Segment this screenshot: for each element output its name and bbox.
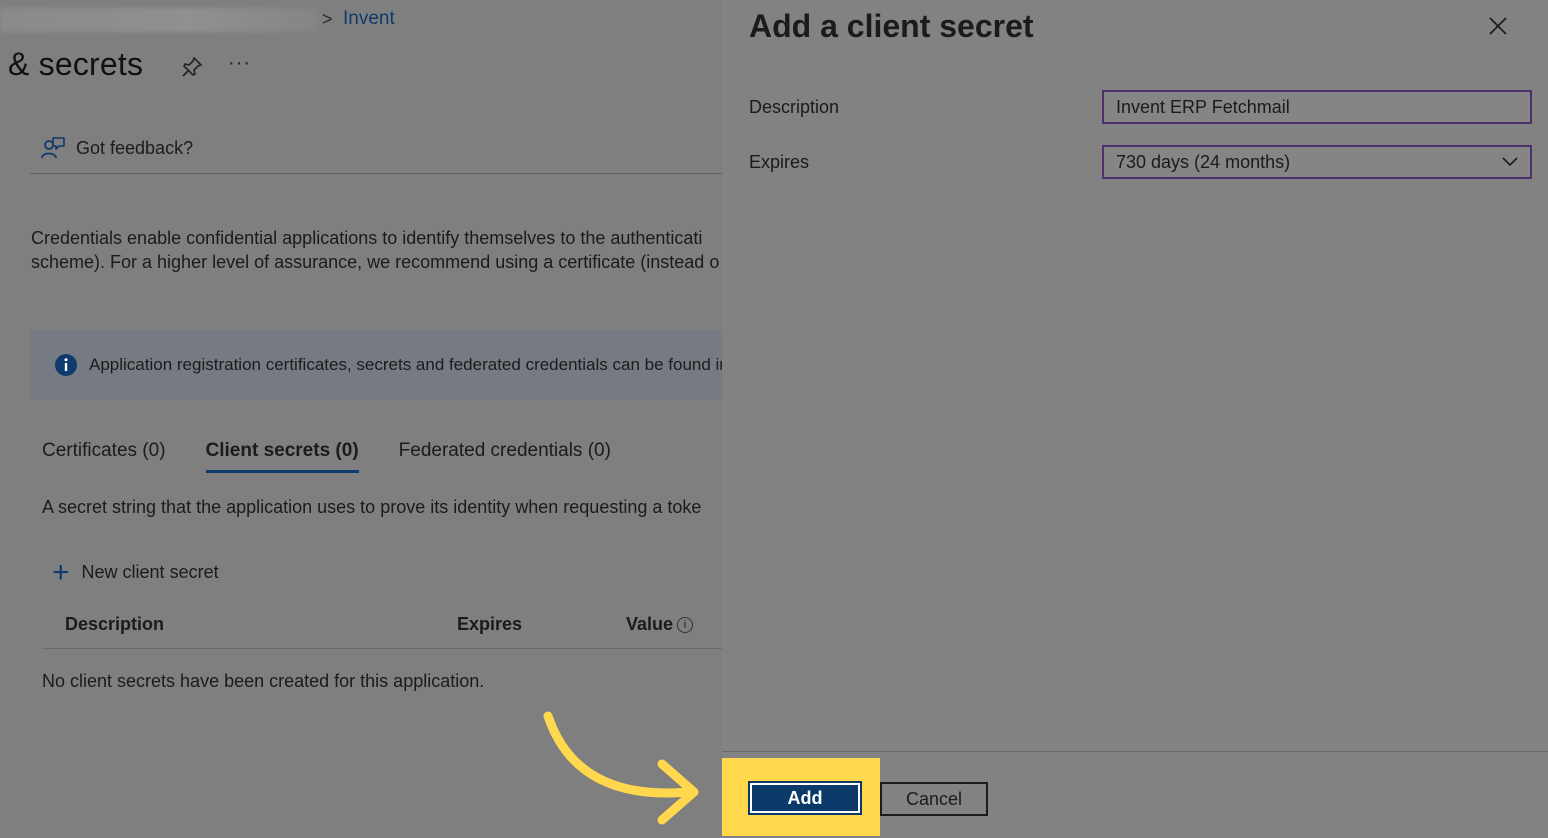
empty-table-message: No client secrets have been created for …	[42, 671, 485, 691]
expires-selected-value: 730 days (24 months)	[1116, 151, 1291, 172]
pointer-arrow-icon	[543, 711, 699, 825]
cancel-button[interactable]: Cancel	[880, 782, 988, 816]
feedback-button[interactable]: Got feedback?	[40, 136, 193, 160]
close-icon[interactable]	[1486, 14, 1510, 38]
page-title: & secrets	[8, 46, 144, 82]
description-input[interactable]	[1102, 90, 1532, 124]
column-header-description: Description	[65, 614, 165, 634]
new-client-secret-label: New client secret	[81, 562, 219, 582]
column-header-value-label: Value	[626, 614, 674, 634]
feedback-label: Got feedback?	[76, 137, 194, 158]
add-client-secret-panel: Add a client secret Description Expires …	[722, 0, 1548, 838]
tab-federated-credentials[interactable]: Federated credentials (0)	[399, 440, 611, 473]
divider	[30, 173, 722, 174]
chevron-down-icon	[1502, 157, 1518, 167]
info-banner-text: Application registration certificates, s…	[89, 355, 722, 374]
description-label: Description	[749, 97, 840, 117]
credentials-description-line-1: Credentials enable confidential applicat…	[31, 228, 703, 248]
info-banner: Application registration certificates, s…	[30, 330, 722, 400]
panel-title: Add a client secret	[749, 8, 1034, 44]
credential-tabs: Certificates (0) Client secrets (0) Fede…	[42, 440, 651, 473]
more-options-icon[interactable]: ···	[228, 52, 251, 75]
expires-label: Expires	[749, 152, 810, 172]
credentials-description-line-2: scheme). For a higher level of assurance…	[31, 252, 720, 272]
info-circle-icon[interactable]: i	[677, 617, 694, 633]
breadcrumb-link-invent[interactable]: Invent	[343, 8, 395, 30]
column-header-expires: Expires	[457, 614, 523, 634]
breadcrumb-separator: >	[322, 9, 333, 29]
plus-icon: +	[52, 555, 70, 589]
column-header-value: Value i	[626, 614, 694, 635]
tab-client-secrets[interactable]: Client secrets (0)	[205, 440, 359, 473]
tab-certificates[interactable]: Certificates (0)	[42, 440, 166, 473]
feedback-icon	[41, 137, 65, 159]
breadcrumb-blurred	[0, 8, 318, 32]
expires-dropdown[interactable]: 730 days (24 months)	[1102, 145, 1532, 179]
client-secret-description: A secret string that the application use…	[42, 497, 702, 517]
new-client-secret-button[interactable]: + New client secret	[52, 555, 219, 589]
pin-icon[interactable]	[180, 55, 204, 79]
footer-divider	[722, 751, 1548, 752]
table-divider	[42, 648, 722, 649]
add-button[interactable]: Add	[748, 781, 862, 815]
credentials-description: Credentials enable confidential applicat…	[31, 226, 722, 274]
info-icon	[55, 354, 77, 376]
